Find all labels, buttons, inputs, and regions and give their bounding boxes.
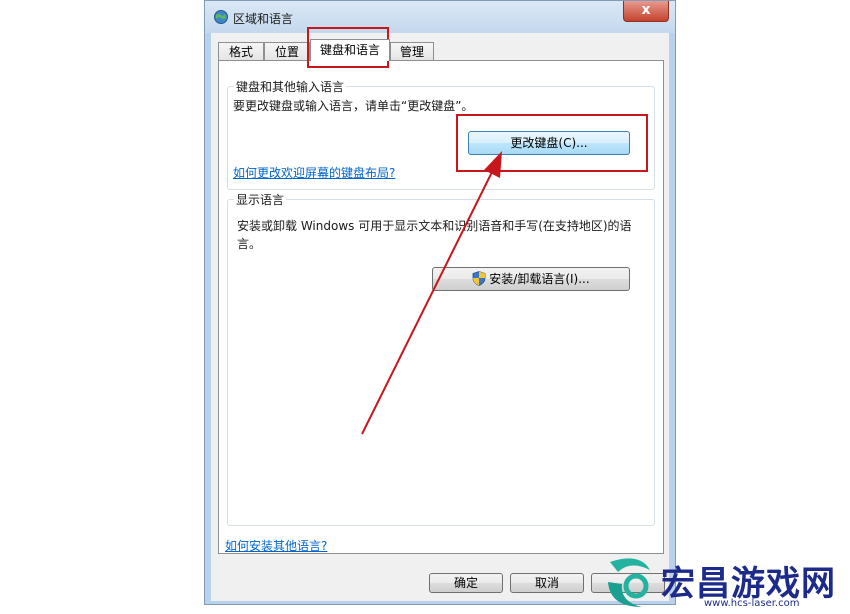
cancel-button[interactable]: 取消 (510, 573, 584, 593)
title-bar: 区域和语言 x (205, 1, 675, 33)
install-uninstall-languages-button[interactable]: 安装/卸载语言(I)... (432, 267, 630, 291)
window-title: 区域和语言 (233, 12, 294, 26)
close-button[interactable]: x (623, 1, 669, 22)
install-other-languages-link[interactable]: 如何安装其他语言? (225, 537, 327, 554)
tab-administrative[interactable]: 管理 (390, 42, 434, 60)
uac-shield-icon (472, 271, 486, 286)
ok-button[interactable]: 确定 (429, 573, 503, 593)
install-uninstall-label: 安装/卸载语言(I)... (489, 272, 590, 286)
tab-formats[interactable]: 格式 (218, 42, 264, 60)
tab-keyboards-languages[interactable]: 键盘和语言 (310, 39, 390, 61)
region-language-dialog: 区域和语言 x 格式 位置 键盘和语言 管理 键盘和其他输入语言 要更改键盘或输… (204, 0, 676, 605)
display-description-line1: 安装或卸载 Windows 可用于显示文本和识别语音和手写(在支持地区)的语 (237, 219, 632, 233)
watermark: 宏昌游戏网 www.hcs-laser.com (600, 548, 850, 614)
globe-icon (214, 10, 228, 24)
watermark-url: www.hcs-laser.com (704, 598, 800, 609)
tab-location[interactable]: 位置 (264, 42, 310, 60)
button-highlight-box (456, 114, 648, 172)
display-group-legend: 显示语言 (234, 191, 287, 208)
keyboard-description: 要更改键盘或输入语言，请单击“更改键盘”。 (233, 99, 474, 113)
display-language-group: 显示语言 (227, 191, 655, 526)
watermark-logo-icon (608, 558, 650, 607)
display-description-line2: 言。 (237, 237, 262, 251)
keyboard-group-legend: 键盘和其他输入语言 (234, 78, 347, 95)
onscreen-keyboard-help-link[interactable]: 如何更改欢迎屏幕的键盘布局? (233, 164, 395, 181)
